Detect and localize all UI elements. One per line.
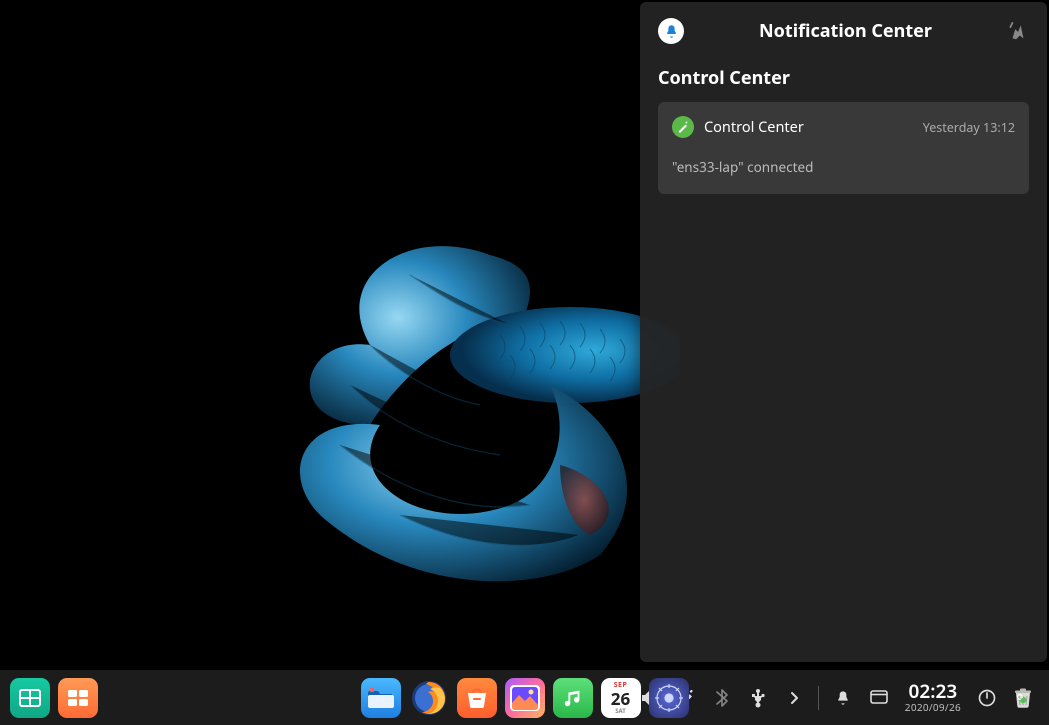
tray-separator: [818, 686, 819, 710]
power-menu-icon[interactable]: [971, 682, 1003, 714]
clear-all-icon[interactable]: [1007, 20, 1029, 42]
clock-date: 2020/09/26: [905, 702, 961, 713]
dock-left-group: [10, 678, 98, 718]
notification-card-title: Control Center: [704, 117, 913, 137]
notification-center-title: Notification Center: [684, 19, 1007, 43]
notification-section-title: Control Center: [658, 66, 1029, 90]
usb-devices-icon[interactable]: [742, 682, 774, 714]
music-app[interactable]: [553, 678, 593, 718]
control-center-app-icon: [672, 116, 694, 138]
firefox-app[interactable]: [409, 678, 449, 718]
file-manager-app[interactable]: [361, 678, 401, 718]
bell-icon: [658, 18, 684, 44]
clock[interactable]: 02:23 2020/09/26: [899, 682, 967, 712]
calendar-icon-weekday: SAT: [615, 708, 626, 714]
app-store-app[interactable]: [457, 678, 497, 718]
calendar-icon-day: 26: [611, 690, 630, 707]
show-desktop-button[interactable]: [58, 678, 98, 718]
tray-expand-icon[interactable]: [778, 682, 810, 714]
notification-card-time: Yesterday 13:12: [923, 119, 1015, 136]
control-center-app[interactable]: [649, 678, 689, 718]
fish-illustration: [260, 215, 680, 585]
multitask-view-button[interactable]: [10, 678, 50, 718]
notification-card-header: Control Center Yesterday 13:12: [672, 116, 1015, 138]
image-viewer-app[interactable]: [505, 678, 545, 718]
clock-time: 02:23: [909, 682, 958, 702]
calendar-app[interactable]: SEP 26 SAT: [601, 678, 641, 718]
dock: SEP 26 SAT: [0, 670, 1049, 725]
trash-icon[interactable]: [1007, 682, 1039, 714]
notification-card[interactable]: Control Center Yesterday 13:12 "ens33-la…: [658, 102, 1029, 194]
dock-app-group: SEP 26 SAT: [361, 678, 689, 718]
notification-card-body: "ens33-lap" connected: [672, 158, 1015, 176]
notification-center-header: Notification Center: [658, 18, 1029, 44]
desktop-toggle-icon[interactable]: [863, 682, 895, 714]
notifications-tray-icon[interactable]: [827, 682, 859, 714]
notification-center-panel: Notification Center Control Center Contr…: [640, 2, 1047, 662]
bluetooth-icon[interactable]: [706, 682, 738, 714]
